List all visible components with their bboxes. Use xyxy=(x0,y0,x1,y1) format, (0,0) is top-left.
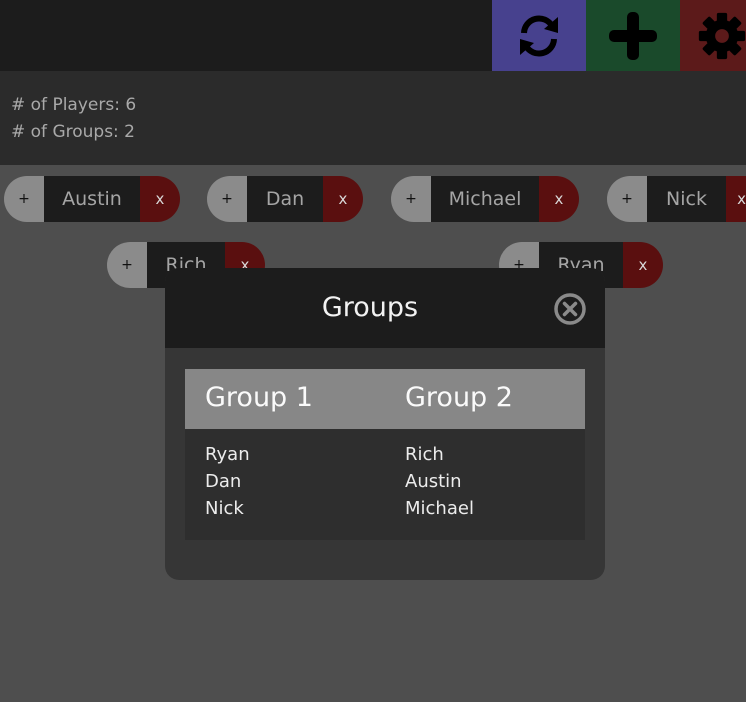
close-icon[interactable] xyxy=(553,292,587,326)
player-name: Dan xyxy=(247,176,323,222)
group-2-header: Group 2 xyxy=(405,382,513,413)
plus-icon xyxy=(609,11,657,60)
group-2-members: Rich Austin Michael xyxy=(405,441,474,522)
remove-player-button[interactable]: x xyxy=(623,242,663,288)
refresh-icon xyxy=(520,14,558,57)
add-player-to-group-button[interactable]: + xyxy=(391,176,431,222)
player-chip: + Nick x xyxy=(607,176,746,222)
group-1-header: Group 1 xyxy=(205,382,313,413)
remove-player-button[interactable]: x xyxy=(140,176,180,222)
player-name: Michael xyxy=(431,176,539,222)
add-player-to-group-button[interactable]: + xyxy=(207,176,247,222)
group-1-members: Ryan Dan Nick xyxy=(205,441,250,522)
player-name: Nick xyxy=(647,176,726,222)
remove-player-button[interactable]: x xyxy=(323,176,363,222)
list-item: Michael xyxy=(405,498,474,519)
player-chip: + Austin x xyxy=(4,176,180,222)
list-item: Ryan xyxy=(205,444,250,465)
list-item: Rich xyxy=(405,444,444,465)
player-count: # of Players: 6 xyxy=(11,95,137,115)
groups-table-header: Group 1 Group 2 xyxy=(185,369,585,429)
info-panel: # of Players: 6 # of Groups: 2 xyxy=(0,71,746,165)
settings-button[interactable] xyxy=(680,0,746,71)
player-name: Austin xyxy=(44,176,140,222)
player-chip: + Dan x xyxy=(207,176,363,222)
remove-player-button[interactable]: x xyxy=(539,176,579,222)
gear-icon xyxy=(698,12,746,59)
modal-header: Groups xyxy=(165,268,605,348)
list-item: Nick xyxy=(205,498,244,519)
add-player-button[interactable] xyxy=(586,0,680,71)
remove-player-button[interactable]: x xyxy=(726,176,746,222)
add-player-to-group-button[interactable]: + xyxy=(107,242,147,288)
list-item: Dan xyxy=(205,471,242,492)
modal-title: Groups xyxy=(321,292,419,323)
refresh-button[interactable] xyxy=(492,0,586,71)
player-chip: + Michael x xyxy=(391,176,579,222)
groups-modal: Groups Group 1 Group 2 Ryan Dan Nick Ric… xyxy=(165,268,605,580)
add-player-to-group-button[interactable]: + xyxy=(4,176,44,222)
add-player-to-group-button[interactable]: + xyxy=(607,176,647,222)
group-count: # of Groups: 2 xyxy=(11,122,135,142)
top-toolbar xyxy=(0,0,746,71)
groups-table: Group 1 Group 2 Ryan Dan Nick Rich Austi… xyxy=(185,369,585,540)
list-item: Austin xyxy=(405,471,462,492)
